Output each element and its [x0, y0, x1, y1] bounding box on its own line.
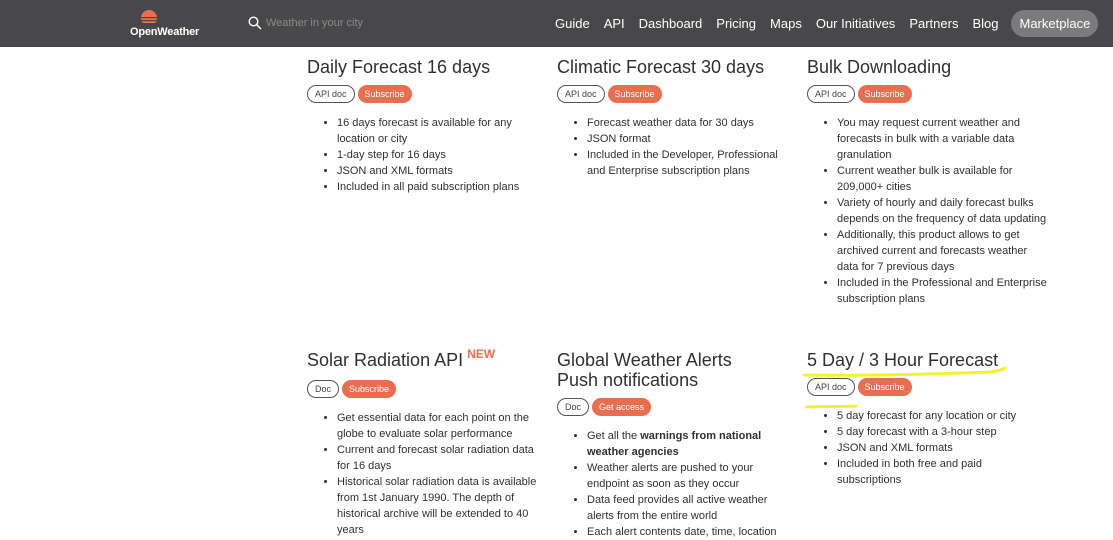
- list-item: JSON and XML formats: [337, 163, 547, 179]
- doc-button[interactable]: Doc: [307, 380, 340, 398]
- search-icon[interactable]: [248, 16, 262, 30]
- nav-link-marketplace[interactable]: Marketplace: [1011, 10, 1099, 37]
- card-title: Climatic Forecast 30 days: [557, 57, 765, 77]
- feature-list: Get essential data for each point on the…: [307, 410, 547, 538]
- get-access-button[interactable]: Get access: [592, 398, 652, 416]
- list-item: Additionally, this product allows to get…: [837, 227, 1047, 275]
- list-item: You may request current weather and fore…: [837, 115, 1047, 163]
- list-item: Forecast weather data for 30 days: [587, 115, 797, 131]
- list-item: Current and forecast solar radiation dat…: [337, 442, 547, 474]
- doc-button[interactable]: Doc: [557, 398, 590, 416]
- card-climatic-forecast-30-days: Climatic Forecast 30 days API doc Subscr…: [557, 57, 797, 179]
- card-daily-forecast-16-days: Daily Forecast 16 days API doc Subscribe…: [307, 57, 547, 195]
- nav-link-blog[interactable]: Blog: [972, 16, 998, 31]
- feature-list: You may request current weather and fore…: [807, 115, 1047, 307]
- card-bulk-downloading: Bulk Downloading API doc Subscribe You m…: [807, 57, 1047, 307]
- list-item: 1-day step for 16 days: [337, 147, 547, 163]
- card-title: Solar Radiation API NEW: [307, 347, 547, 372]
- list-item: Get all the warnings from national weath…: [587, 428, 787, 460]
- feature-list: 16 days forecast is available for any lo…: [307, 115, 547, 195]
- list-item: Variety of hourly and daily forecast bul…: [837, 195, 1047, 227]
- card-global-weather-alerts: Global Weather Alerts Push notifications…: [557, 350, 787, 540]
- subscribe-button[interactable]: Subscribe: [857, 85, 912, 103]
- nav-links: Guide API Dashboard Pricing Maps Our Ini…: [548, 0, 1113, 47]
- list-item: JSON and XML formats: [837, 440, 1047, 456]
- top-navbar: OpenWeather Guide API Dashboard Pricing …: [0, 0, 1113, 47]
- list-item: Included in the Developer, Professional …: [587, 147, 797, 179]
- api-doc-button[interactable]: API doc: [807, 85, 855, 103]
- list-item: Included in both free and paid subscript…: [837, 456, 1047, 488]
- nav-link-pricing[interactable]: Pricing: [716, 16, 756, 31]
- subscribe-button[interactable]: Subscribe: [357, 85, 412, 103]
- highlight-underline-buttons: [805, 404, 858, 409]
- list-item: 16 days forecast is available for any lo…: [337, 115, 547, 147]
- openweather-logo[interactable]: OpenWeather: [128, 7, 208, 41]
- api-doc-button[interactable]: API doc: [557, 85, 605, 103]
- list-item: Historical solar radiation data is avail…: [337, 474, 547, 538]
- search-box: [248, 14, 448, 32]
- nav-link-maps[interactable]: Maps: [770, 16, 802, 31]
- list-item-text: Get all the: [587, 430, 641, 442]
- nav-link-guide[interactable]: Guide: [555, 16, 590, 31]
- nav-link-api[interactable]: API: [604, 16, 625, 31]
- list-item: 5 day forecast with a 3-hour step: [837, 424, 1047, 440]
- list-item: Each alert contents date, time, location: [587, 524, 787, 540]
- list-item: Included in all paid subscription plans: [337, 179, 547, 195]
- highlight-underline-title: [802, 366, 1007, 377]
- card-title: Global Weather Alerts Push notifications: [557, 350, 732, 390]
- api-doc-button[interactable]: API doc: [307, 85, 355, 103]
- nav-link-dashboard[interactable]: Dashboard: [639, 16, 703, 31]
- card-title: Daily Forecast 16 days: [307, 57, 491, 77]
- nav-link-partners[interactable]: Partners: [909, 16, 958, 31]
- nav-link-our-initiatives[interactable]: Our Initiatives: [816, 16, 895, 31]
- list-item: JSON format: [587, 131, 797, 147]
- list-item: Data feed provides all active weather al…: [587, 492, 787, 524]
- list-item: 5 day forecast for any location or city: [837, 408, 1047, 424]
- list-item: Included in the Professional and Enterpr…: [837, 275, 1047, 307]
- card-title: Bulk Downloading: [807, 57, 952, 77]
- list-item: Get essential data for each point on the…: [337, 410, 547, 442]
- subscribe-button[interactable]: Subscribe: [607, 85, 662, 103]
- feature-list: Get all the warnings from national weath…: [557, 428, 787, 540]
- logo-text: OpenWeather: [130, 26, 200, 38]
- subscribe-button[interactable]: Subscribe: [342, 380, 397, 398]
- new-badge: NEW: [467, 347, 496, 361]
- list-item: Weather alerts are pushed to your endpoi…: [587, 460, 787, 492]
- sun-logo-icon: [138, 10, 160, 26]
- card-title-text: Solar Radiation API: [307, 350, 464, 370]
- feature-list: 5 day forecast for any location or city …: [807, 408, 1047, 488]
- list-item: Current weather bulk is available for 20…: [837, 163, 1047, 195]
- feature-list: Forecast weather data for 30 days JSON f…: [557, 115, 797, 179]
- search-input[interactable]: [266, 14, 436, 32]
- card-solar-radiation-api: Solar Radiation APINEW Doc Subscribe Get…: [307, 347, 547, 538]
